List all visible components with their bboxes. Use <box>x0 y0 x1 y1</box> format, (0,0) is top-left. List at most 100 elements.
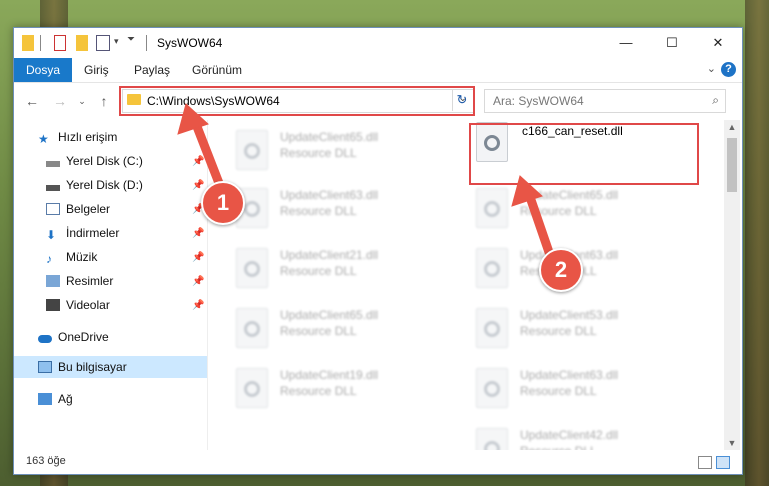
videos-icon <box>46 299 60 311</box>
file-type: Resource DLL <box>280 146 357 160</box>
file-name: UpdateClient65.dll <box>280 130 379 144</box>
file-name: UpdateClient63.dll <box>520 368 619 382</box>
list-item[interactable]: UpdateClient53.dll Resource DLL <box>476 304 696 352</box>
title-bar: ▾ ⏷ SysWOW64 — ☐ ✕ <box>14 28 742 58</box>
list-item[interactable]: UpdateClient65.dll Resource DLL <box>476 184 696 232</box>
tab-file[interactable]: Dosya <box>14 58 73 82</box>
file-type: Resource DLL <box>280 264 357 278</box>
sidebar-item-this-pc[interactable]: Bu bilgisayar <box>38 356 127 378</box>
sidebar-item-downloads[interactable]: ⬇ İndirmeler <box>46 222 119 244</box>
scrollbar-thumb[interactable] <box>727 138 737 192</box>
list-item[interactable]: UpdateClient65.dll Resource DLL <box>236 126 456 174</box>
pin-icon[interactable]: 📌 <box>192 156 204 167</box>
list-item[interactable]: UpdateClient42.dll Resource DLL <box>476 424 696 450</box>
list-item[interactable]: UpdateClient63.dll Resource DLL <box>476 364 696 412</box>
minimize-button[interactable]: — <box>614 32 638 54</box>
sidebar-item-pictures[interactable]: Resimler <box>46 270 113 292</box>
list-item[interactable]: UpdateClient65.dll Resource DLL <box>236 304 456 352</box>
item-count: 163 öğe <box>26 455 66 467</box>
file-type: Resource DLL <box>520 324 597 338</box>
step-1-badge: 1 <box>201 181 245 225</box>
dll-file-icon <box>476 308 508 348</box>
dll-file-icon <box>236 248 268 288</box>
file-type: Resource DLL <box>520 384 597 398</box>
pin-icon[interactable]: 📌 <box>192 276 204 287</box>
separator <box>146 35 147 51</box>
gear-icon <box>244 201 260 217</box>
dll-file-icon <box>236 368 268 408</box>
search-box[interactable]: Ara: SysWOW64 ⌕ <box>484 89 726 113</box>
scroll-up-icon[interactable]: ▲ <box>724 120 740 134</box>
up-button[interactable]: ↑ <box>94 91 114 111</box>
list-item[interactable]: UpdateClient19.dll Resource DLL <box>236 364 456 412</box>
sidebar-item-onedrive[interactable]: OneDrive <box>38 326 109 348</box>
back-button[interactable]: ← <box>22 91 42 111</box>
help-icon[interactable]: ? <box>721 62 736 77</box>
sidebar-item-local-disk-c[interactable]: Yerel Disk (C:) <box>46 150 143 172</box>
dll-file-icon <box>476 188 508 228</box>
file-type: Resource DLL <box>280 324 357 338</box>
separator <box>40 35 41 51</box>
details-view-icon[interactable] <box>698 456 712 469</box>
file-name: UpdateClient19.dll <box>280 368 379 382</box>
file-type: Resource DLL <box>280 384 357 398</box>
gear-icon <box>244 143 260 159</box>
pin-icon[interactable]: 📌 <box>192 300 204 311</box>
list-item[interactable]: UpdateClient21.dll Resource DLL <box>236 244 456 292</box>
file-name: UpdateClient65.dll <box>280 308 379 322</box>
properties-icon[interactable] <box>54 35 66 51</box>
folder-icon <box>22 35 34 51</box>
large-icons-view-icon[interactable] <box>716 456 730 469</box>
tab-share[interactable]: Paylaş <box>122 58 182 82</box>
chevron-down-icon[interactable]: ▾ <box>114 36 119 47</box>
gear-icon <box>484 201 500 217</box>
pin-icon[interactable]: 📌 <box>192 228 204 239</box>
dll-file-icon <box>476 368 508 408</box>
maximize-button[interactable]: ☐ <box>660 32 684 54</box>
pin-icon[interactable]: 📌 <box>192 252 204 263</box>
download-icon: ⬇ <box>46 228 57 242</box>
computer-icon <box>38 361 52 373</box>
quick-access-toolbar-icon[interactable]: ⏷ <box>127 34 135 45</box>
pin-icon[interactable]: 📌 <box>192 180 204 191</box>
drive-icon <box>46 185 60 191</box>
pictures-icon <box>46 275 60 287</box>
file-name: UpdateClient42.dll <box>520 428 619 442</box>
scroll-down-icon[interactable]: ▼ <box>724 436 740 450</box>
file-name: UpdateClient63.dll <box>280 188 379 202</box>
search-input[interactable]: Ara: SysWOW64 <box>493 94 584 108</box>
ribbon-expand-icon[interactable]: ⌄ <box>707 62 716 75</box>
list-item[interactable]: UpdateClient63.dll Resource DLL <box>476 244 696 292</box>
gear-icon <box>484 261 500 277</box>
sidebar-item-videos[interactable]: Videolar <box>46 294 110 316</box>
address-highlight-box <box>119 86 475 116</box>
file-highlight-box <box>469 123 699 185</box>
sidebar-item-local-disk-d[interactable]: Yerel Disk (D:) <box>46 174 143 196</box>
sidebar-item-network[interactable]: Ağ <box>38 388 73 410</box>
tab-home[interactable]: Giriş <box>72 58 121 82</box>
navigation-pane: ★ Hızlı erişim Yerel Disk (C:) 📌 Yerel Di… <box>14 120 208 450</box>
tab-view[interactable]: Görünüm <box>180 58 254 82</box>
new-folder-icon[interactable] <box>76 35 88 51</box>
search-icon[interactable]: ⌕ <box>712 93 719 108</box>
recent-locations-icon[interactable]: ⌄ <box>72 91 92 111</box>
drive-icon <box>46 161 60 167</box>
sidebar-item-documents[interactable]: Belgeler <box>46 198 110 220</box>
window-title: SysWOW64 <box>157 36 223 50</box>
gear-icon <box>484 441 500 450</box>
gear-icon <box>484 381 500 397</box>
sidebar-item-quick-access[interactable]: ★ Hızlı erişim <box>38 126 117 148</box>
customize-icon[interactable] <box>96 35 110 51</box>
gear-icon <box>244 261 260 277</box>
forward-button[interactable]: → <box>50 91 70 111</box>
close-button[interactable]: ✕ <box>706 32 730 54</box>
vertical-scrollbar[interactable]: ▲ ▼ <box>724 120 740 450</box>
music-icon: ♪ <box>46 252 52 266</box>
dll-file-icon <box>236 130 268 170</box>
file-type: Resource DLL <box>520 204 597 218</box>
file-type: Resource DLL <box>280 204 357 218</box>
list-item[interactable]: UpdateClient63.dll Resource DLL <box>236 184 456 232</box>
dll-file-icon <box>476 428 508 450</box>
background-tree <box>745 0 769 486</box>
sidebar-item-music[interactable]: ♪ Müzik <box>46 246 97 268</box>
